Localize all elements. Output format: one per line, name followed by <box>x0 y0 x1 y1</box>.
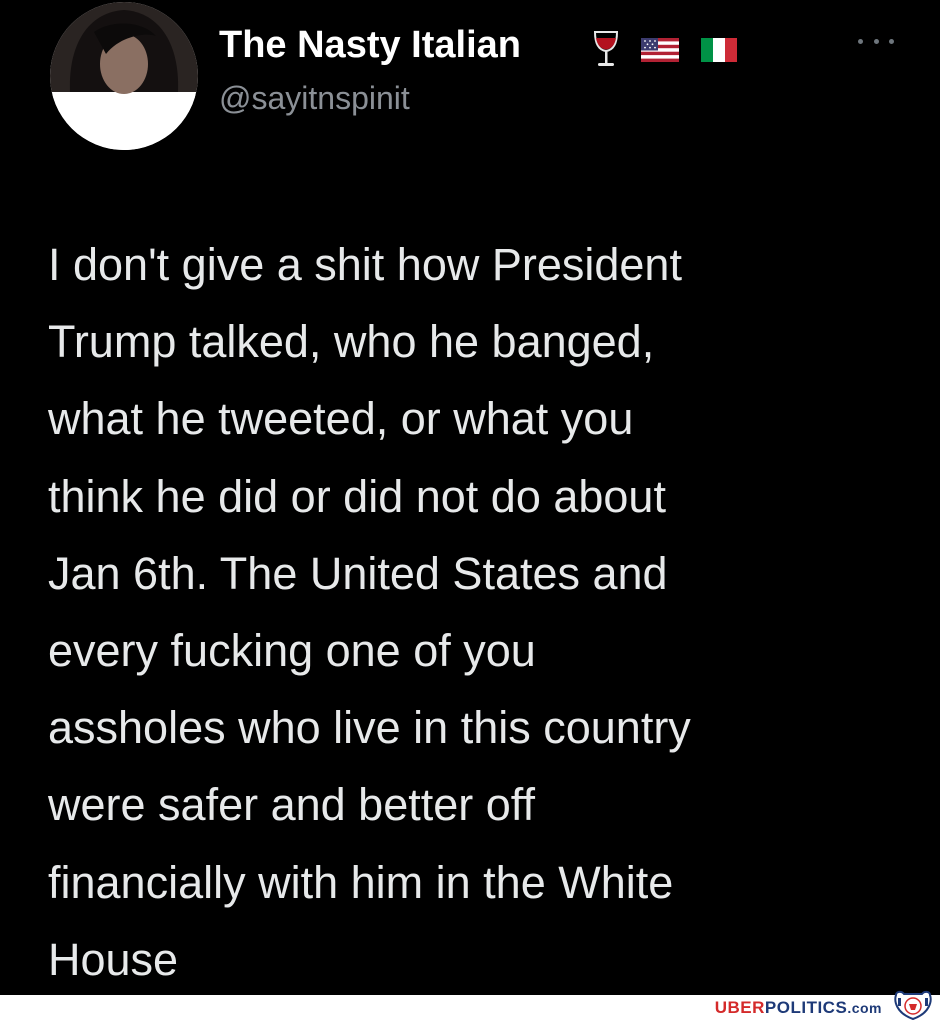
italy-flag-icon <box>701 38 737 62</box>
display-name[interactable]: The Nasty Italian <box>219 24 521 67</box>
tweet-text-line: Trump talked, who he banged, <box>48 316 655 368</box>
tweet-card: The Nasty Italian @sayitnspinit I don't … <box>0 0 940 995</box>
watermark-uber: UBER <box>714 998 765 1017</box>
us-flag-icon <box>641 38 679 62</box>
tweet-text-line: were safer and better off <box>48 779 535 831</box>
tweet-text-line: I don't give a shit how President <box>48 239 682 290</box>
uberpolitics-logo-icon <box>892 989 934 1026</box>
tweet-text-line: assholes who live in this country <box>48 702 691 754</box>
name-emojis <box>593 30 737 70</box>
watermark-text[interactable]: UBERPOLITICS.com <box>715 998 882 1018</box>
watermark-bar: UBERPOLITICS.com <box>0 990 940 1021</box>
tweet-text-line: financially with him in the White <box>48 856 674 908</box>
tweet-text: I don't give a shit how President Trump … <box>48 226 918 998</box>
watermark-politics: POLITICS <box>764 998 848 1017</box>
more-options-icon[interactable] <box>858 30 894 52</box>
avatar[interactable] <box>50 2 198 150</box>
tweet-text-line: what he tweeted, or what you <box>48 393 634 445</box>
profile-photo-icon <box>50 2 198 150</box>
tweet-text-line: think he did or did not do about <box>48 470 666 522</box>
wine-glass-icon <box>593 31 619 66</box>
watermark-com: .com <box>847 1000 882 1016</box>
tweet-text-line: House <box>48 933 179 985</box>
user-handle[interactable]: @sayitnspinit <box>219 80 410 117</box>
tweet-text-line: every fucking one of you <box>48 624 536 676</box>
tweet-text-line: Jan 6th. The United States and <box>48 547 668 599</box>
